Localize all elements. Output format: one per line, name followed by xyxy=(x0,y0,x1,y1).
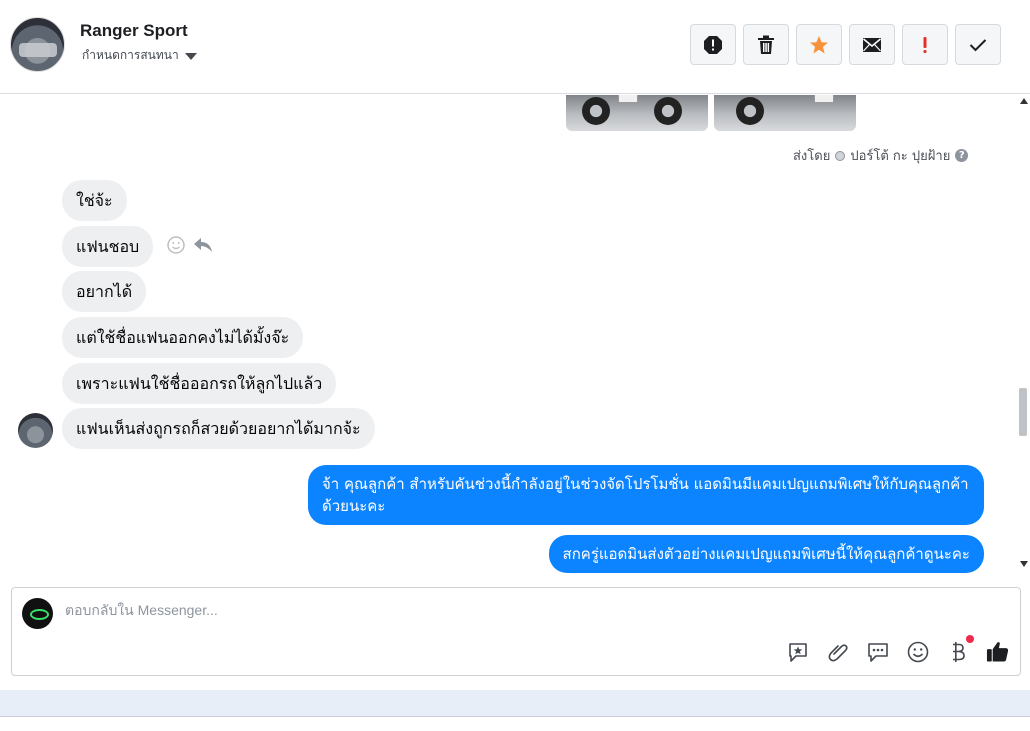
outgoing-message[interactable]: สกครู่แอดมินส่งตัวอย่างแคมเปญแถมพิเศษนี้… xyxy=(548,535,984,573)
contact-avatar[interactable] xyxy=(10,17,65,72)
emoji-icon xyxy=(907,641,928,662)
footer-divider xyxy=(0,716,1030,717)
conversation-settings-dropdown[interactable]: กำหนดการสนทนา xyxy=(82,46,197,65)
attach-icon xyxy=(828,643,848,661)
car-photo-attachment[interactable] xyxy=(566,95,708,131)
reply-input[interactable] xyxy=(65,602,765,618)
car-photo-attachment[interactable] xyxy=(714,95,856,131)
photo-detail xyxy=(582,97,610,125)
like-button[interactable] xyxy=(986,640,1009,663)
react-emoji-icon[interactable] xyxy=(167,236,185,254)
trash-icon xyxy=(758,35,774,54)
exclamation-icon xyxy=(923,36,927,53)
alert-octagon-icon xyxy=(704,35,722,54)
help-icon[interactable]: ? xyxy=(955,149,969,162)
incoming-message[interactable]: แฟนชอบ xyxy=(62,226,154,267)
message-hover-tools xyxy=(167,236,213,254)
payment-button[interactable] xyxy=(946,635,974,663)
photo-detail xyxy=(618,95,638,103)
baht-payment-icon xyxy=(952,641,965,662)
saved-reply-button[interactable] xyxy=(786,640,809,663)
message-thread[interactable]: ส่งโดย ปอร์โต้ กะ ปุยฝ้าย ? ใช่จ้ะ แฟนชอ… xyxy=(0,95,1030,575)
contact-avatar-small[interactable] xyxy=(18,413,53,448)
sender-name[interactable]: ปอร์โต้ กะ ปุยฝ้าย xyxy=(850,145,950,166)
incoming-message[interactable]: แฟนเห็นส่งถูกรถก็สวยด้วยอยากได้มากจ้ะ xyxy=(62,408,375,449)
envelope-icon xyxy=(862,37,882,52)
photo-detail xyxy=(654,97,682,125)
page-avatar xyxy=(22,598,53,629)
conversation-header: Ranger Sport กำหนดการสนทนา xyxy=(0,0,1030,94)
reply-composer xyxy=(11,587,1021,676)
thumbs-up-icon xyxy=(986,642,1009,662)
scrollbar-thumb[interactable] xyxy=(1019,388,1027,436)
attach-button[interactable] xyxy=(826,640,849,663)
delete-button[interactable] xyxy=(743,24,789,65)
notification-dot xyxy=(966,635,974,643)
star-icon xyxy=(810,35,828,53)
incoming-message[interactable]: ใช่จ้ะ xyxy=(62,180,127,221)
saved-reply-icon xyxy=(788,642,807,662)
scroll-up-icon[interactable] xyxy=(1020,98,1028,104)
report-spam-button[interactable] xyxy=(690,24,736,65)
important-button[interactable] xyxy=(902,24,948,65)
incoming-message[interactable]: เพราะแฟนใช้ชื่อออกรถให้ลูกไปแล้ว xyxy=(62,363,337,404)
composer-tools xyxy=(786,635,1009,663)
footer-strip xyxy=(0,690,1030,716)
mark-unread-button[interactable] xyxy=(849,24,895,65)
message-template-button[interactable] xyxy=(866,640,889,663)
conversation-settings-label: กำหนดการสนทนา xyxy=(82,48,179,62)
photo-detail xyxy=(814,95,834,103)
scroll-down-icon[interactable] xyxy=(1020,561,1028,567)
incoming-message[interactable]: อยากได้ xyxy=(62,271,147,312)
contact-name[interactable]: Ranger Sport xyxy=(80,21,188,41)
star-button[interactable] xyxy=(796,24,842,65)
thread-scrollbar[interactable] xyxy=(1016,95,1030,575)
mark-done-button[interactable] xyxy=(955,24,1001,65)
sent-by-line: ส่งโดย ปอร์โต้ กะ ปุยฝ้าย ? xyxy=(793,145,969,166)
incoming-message[interactable]: แต่ใช้ชื่อแฟนออกคงไม่ได้มั้งจ๊ะ xyxy=(62,317,304,358)
outgoing-message[interactable]: จ้า คุณลูกค้า สำหรับคันช่วงนี้กำลังอยู่ใ… xyxy=(308,465,984,525)
header-actions xyxy=(690,24,1001,65)
sent-by-prefix: ส่งโดย xyxy=(793,149,831,164)
emoji-button[interactable] xyxy=(906,640,929,663)
message-bubble-icon xyxy=(867,642,888,662)
check-icon xyxy=(969,38,987,51)
photo-detail xyxy=(736,97,764,125)
sender-badge-icon xyxy=(835,150,846,161)
caret-down-icon xyxy=(184,52,197,60)
reply-icon[interactable] xyxy=(193,236,213,254)
